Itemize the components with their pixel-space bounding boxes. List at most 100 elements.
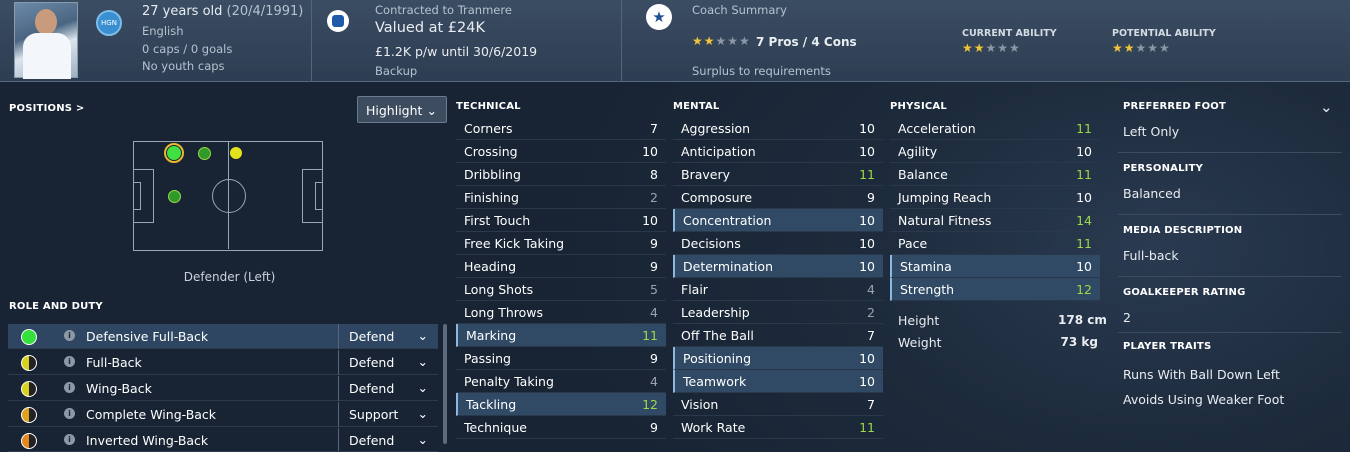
duty-dropdown[interactable]: Defend ⌄ xyxy=(338,428,438,451)
attribute-value: 10 xyxy=(642,144,658,159)
attribute-row[interactable]: Strength 12 xyxy=(890,278,1100,301)
attribute-row[interactable]: Decisions 10 xyxy=(673,232,883,255)
attribute-row[interactable]: Aggression 10 xyxy=(673,117,883,140)
position-dot-dl[interactable] xyxy=(167,146,181,160)
duty-dropdown[interactable]: Support ⌄ xyxy=(338,402,438,427)
attribute-row[interactable]: Determination 10 xyxy=(673,255,883,278)
attribute-name: Dribbling xyxy=(464,167,521,182)
attribute-value: 7 xyxy=(867,397,875,412)
attribute-row[interactable]: Natural Fitness 14 xyxy=(890,209,1100,232)
duty-dropdown[interactable]: Defend ⌄ xyxy=(338,324,438,349)
attribute-row[interactable]: Corners 7 xyxy=(456,117,666,140)
attribute-name: Heading xyxy=(464,259,517,274)
role-row[interactable]: i Complete Wing-Back Support ⌄ xyxy=(8,402,438,427)
attribute-row[interactable]: Marking 11 xyxy=(456,324,666,347)
role-row[interactable]: i Inverted Wing-Back Defend ⌄ xyxy=(8,428,438,452)
chevron-down-icon[interactable]: ⌄ xyxy=(1320,98,1333,116)
contract-label[interactable]: Contracted to Tranmere xyxy=(375,3,512,17)
attribute-row[interactable]: Bravery 11 xyxy=(673,163,883,186)
attribute-value: 10 xyxy=(1076,144,1092,159)
highlight-dropdown[interactable]: Highlight ⌄ xyxy=(357,96,447,123)
attribute-row[interactable]: Pace 11 xyxy=(890,232,1100,255)
player-trait[interactable]: Avoids Using Weaker Foot xyxy=(1123,392,1284,407)
player-photo xyxy=(14,2,78,79)
chevron-down-icon: ⌄ xyxy=(417,328,428,343)
attribute-name: Acceleration xyxy=(898,121,976,136)
attribute-value: 12 xyxy=(642,397,658,412)
roles-scrollbar[interactable] xyxy=(443,324,447,444)
attribute-row[interactable]: Jumping Reach 10 xyxy=(890,186,1100,209)
attribute-row[interactable]: Dribbling 8 xyxy=(456,163,666,186)
attribute-row[interactable]: Leadership 2 xyxy=(673,301,883,324)
info-icon[interactable]: i xyxy=(64,330,75,341)
potential-ability-stars: ★★★★★ xyxy=(1112,41,1171,55)
attribute-name: Balance xyxy=(898,167,948,182)
height-label: Height xyxy=(898,313,940,328)
attribute-row[interactable]: Anticipation 10 xyxy=(673,140,883,163)
attribute-row[interactable]: Finishing 2 xyxy=(456,186,666,209)
attribute-row[interactable]: Concentration 10 xyxy=(673,209,883,232)
coach-rating-stars: ★★★★★ xyxy=(692,34,751,48)
info-icon[interactable]: i xyxy=(64,382,75,393)
role-row[interactable]: i Defensive Full-Back Defend ⌄ xyxy=(8,324,438,349)
duty-dropdown[interactable]: Defend ⌄ xyxy=(338,350,438,375)
attribute-name: Off The Ball xyxy=(681,328,754,343)
role-suitability-icon xyxy=(21,355,37,371)
attribute-row[interactable]: Passing 9 xyxy=(456,347,666,370)
role-name: Full-Back xyxy=(86,355,142,370)
attribute-value: 10 xyxy=(859,374,875,389)
role-name: Complete Wing-Back xyxy=(86,407,217,422)
attribute-row[interactable]: Long Shots 5 xyxy=(456,278,666,301)
position-dot-dcl[interactable] xyxy=(168,190,181,203)
goalkeeper-rating-label: GOALKEEPER RATING xyxy=(1123,287,1246,298)
pros-cons[interactable]: 7 Pros / 4 Cons xyxy=(756,35,857,49)
role-row[interactable]: i Full-Back Defend ⌄ xyxy=(8,350,438,375)
attribute-row[interactable]: Balance 11 xyxy=(890,163,1100,186)
attribute-row[interactable]: Work Rate 11 xyxy=(673,416,883,439)
attribute-value: 9 xyxy=(650,351,658,366)
position-dot-wbl[interactable] xyxy=(198,147,211,160)
attribute-row[interactable]: Agility 10 xyxy=(890,140,1100,163)
physical-header: PHYSICAL xyxy=(890,101,947,112)
attribute-row[interactable]: Off The Ball 7 xyxy=(673,324,883,347)
info-icon[interactable]: i xyxy=(64,434,75,445)
positions-link[interactable]: POSITIONS > xyxy=(9,103,84,114)
coach-summary-label[interactable]: Coach Summary xyxy=(692,3,787,17)
attribute-row[interactable]: Crossing 10 xyxy=(456,140,666,163)
attribute-row[interactable]: Free Kick Taking 9 xyxy=(456,232,666,255)
attribute-row[interactable]: Teamwork 10 xyxy=(673,370,883,393)
role-name: Inverted Wing-Back xyxy=(86,433,209,448)
attribute-row[interactable]: First Touch 10 xyxy=(456,209,666,232)
role-row[interactable]: i Wing-Back Defend ⌄ xyxy=(8,376,438,401)
attribute-row[interactable]: Tackling 12 xyxy=(456,393,666,416)
personality-label: PERSONALITY xyxy=(1123,163,1204,174)
attribute-row[interactable]: Flair 4 xyxy=(673,278,883,301)
position-dot-ml[interactable] xyxy=(230,147,242,159)
attribute-value: 10 xyxy=(859,259,875,274)
attribute-name: Flair xyxy=(681,282,708,297)
attribute-row[interactable]: Penalty Taking 4 xyxy=(456,370,666,393)
chevron-down-icon: ⌄ xyxy=(417,354,428,369)
role-suitability-icon xyxy=(21,433,37,449)
current-ability-label: CURRENT ABILITY xyxy=(962,28,1057,39)
role-name: Wing-Back xyxy=(86,381,152,396)
potential-ability-label: POTENTIAL ABILITY xyxy=(1112,28,1216,39)
attribute-row[interactable]: Long Throws 4 xyxy=(456,301,666,324)
attribute-row[interactable]: Vision 7 xyxy=(673,393,883,416)
player-trait[interactable]: Runs With Ball Down Left xyxy=(1123,367,1280,382)
info-icon[interactable]: i xyxy=(64,408,75,419)
attribute-name: Anticipation xyxy=(681,144,756,159)
role-suitability-icon xyxy=(21,407,37,423)
info-icon[interactable]: i xyxy=(64,356,75,367)
attribute-row[interactable]: Heading 9 xyxy=(456,255,666,278)
attribute-row[interactable]: Acceleration 11 xyxy=(890,117,1100,140)
duty-dropdown[interactable]: Defend ⌄ xyxy=(338,376,438,401)
attribute-value: 4 xyxy=(867,282,875,297)
attribute-row[interactable]: Technique 9 xyxy=(456,416,666,439)
attribute-row[interactable]: Stamina 10 xyxy=(890,255,1100,278)
attribute-row[interactable]: Composure 9 xyxy=(673,186,883,209)
attribute-row[interactable]: Positioning 10 xyxy=(673,347,883,370)
squad-status: Backup xyxy=(375,64,418,78)
position-pitch[interactable] xyxy=(133,141,323,251)
weight-value: 73 kg xyxy=(1060,335,1098,349)
